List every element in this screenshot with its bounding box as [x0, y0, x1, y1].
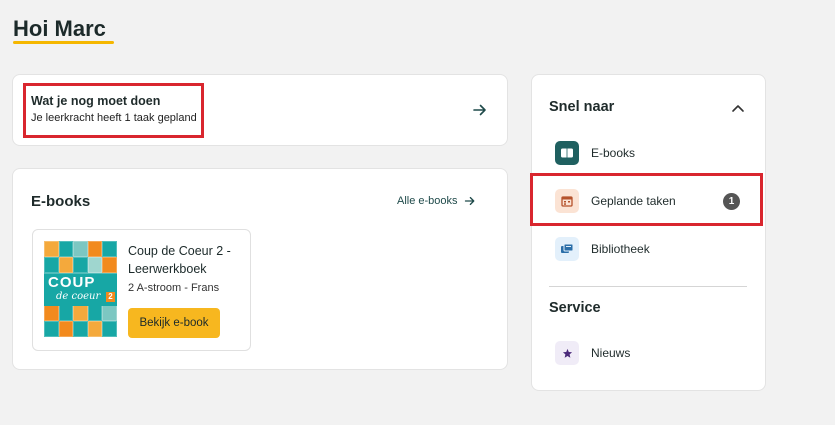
star-icon: [555, 341, 579, 365]
cover-number: 2: [106, 292, 115, 302]
sidebar-item-label: E-books: [591, 146, 636, 160]
sidebar-divider: [549, 286, 747, 287]
todo-highlight-box: [23, 83, 204, 138]
book-title[interactable]: Coup de Coeur 2 - Leerwerkboek: [128, 242, 243, 278]
page-title: Hoi Marc: [13, 16, 106, 41]
book-icon: [555, 141, 579, 165]
count-badge: 1: [723, 193, 740, 210]
sidebar-item-label: Bibliotheek: [591, 242, 650, 256]
quick-links-heading: Snel naar: [549, 99, 615, 115]
book-cover[interactable]: COUP de coeur 2: [44, 241, 117, 337]
sidebar-item-label: Geplande taken: [591, 194, 676, 208]
sidebar-item-planned-tasks[interactable]: Geplande taken: [555, 189, 676, 213]
cover-title-word: COUP: [48, 274, 96, 291]
all-ebooks-link[interactable]: Alle e-books: [397, 195, 476, 207]
sidebar-item-ebooks[interactable]: E-books: [555, 141, 635, 165]
arrow-right-icon: [464, 196, 474, 206]
todo-title: Wat je nog moet doen: [31, 94, 161, 108]
chevron-up-icon[interactable]: [731, 102, 745, 114]
calendar-icon: [555, 189, 579, 213]
arrow-right-icon[interactable]: [472, 102, 488, 118]
view-ebook-button[interactable]: Bekijk e-book: [128, 308, 220, 338]
book-meta: 2 A-stroom - Frans: [128, 282, 220, 294]
library-icon: [555, 237, 579, 261]
sidebar-item-news[interactable]: Nieuws: [555, 341, 630, 365]
cover-script-text: de coeur: [56, 291, 101, 302]
title-underline: [13, 41, 114, 44]
todo-subtitle: Je leerkracht heeft 1 taak gepland: [31, 112, 197, 124]
sidebar-item-label: Nieuws: [591, 346, 631, 360]
service-heading: Service: [549, 300, 601, 316]
sidebar-item-library[interactable]: Bibliotheek: [555, 237, 650, 261]
all-ebooks-label: Alle e-books: [397, 195, 458, 207]
ebooks-section-title: E-books: [31, 193, 91, 210]
